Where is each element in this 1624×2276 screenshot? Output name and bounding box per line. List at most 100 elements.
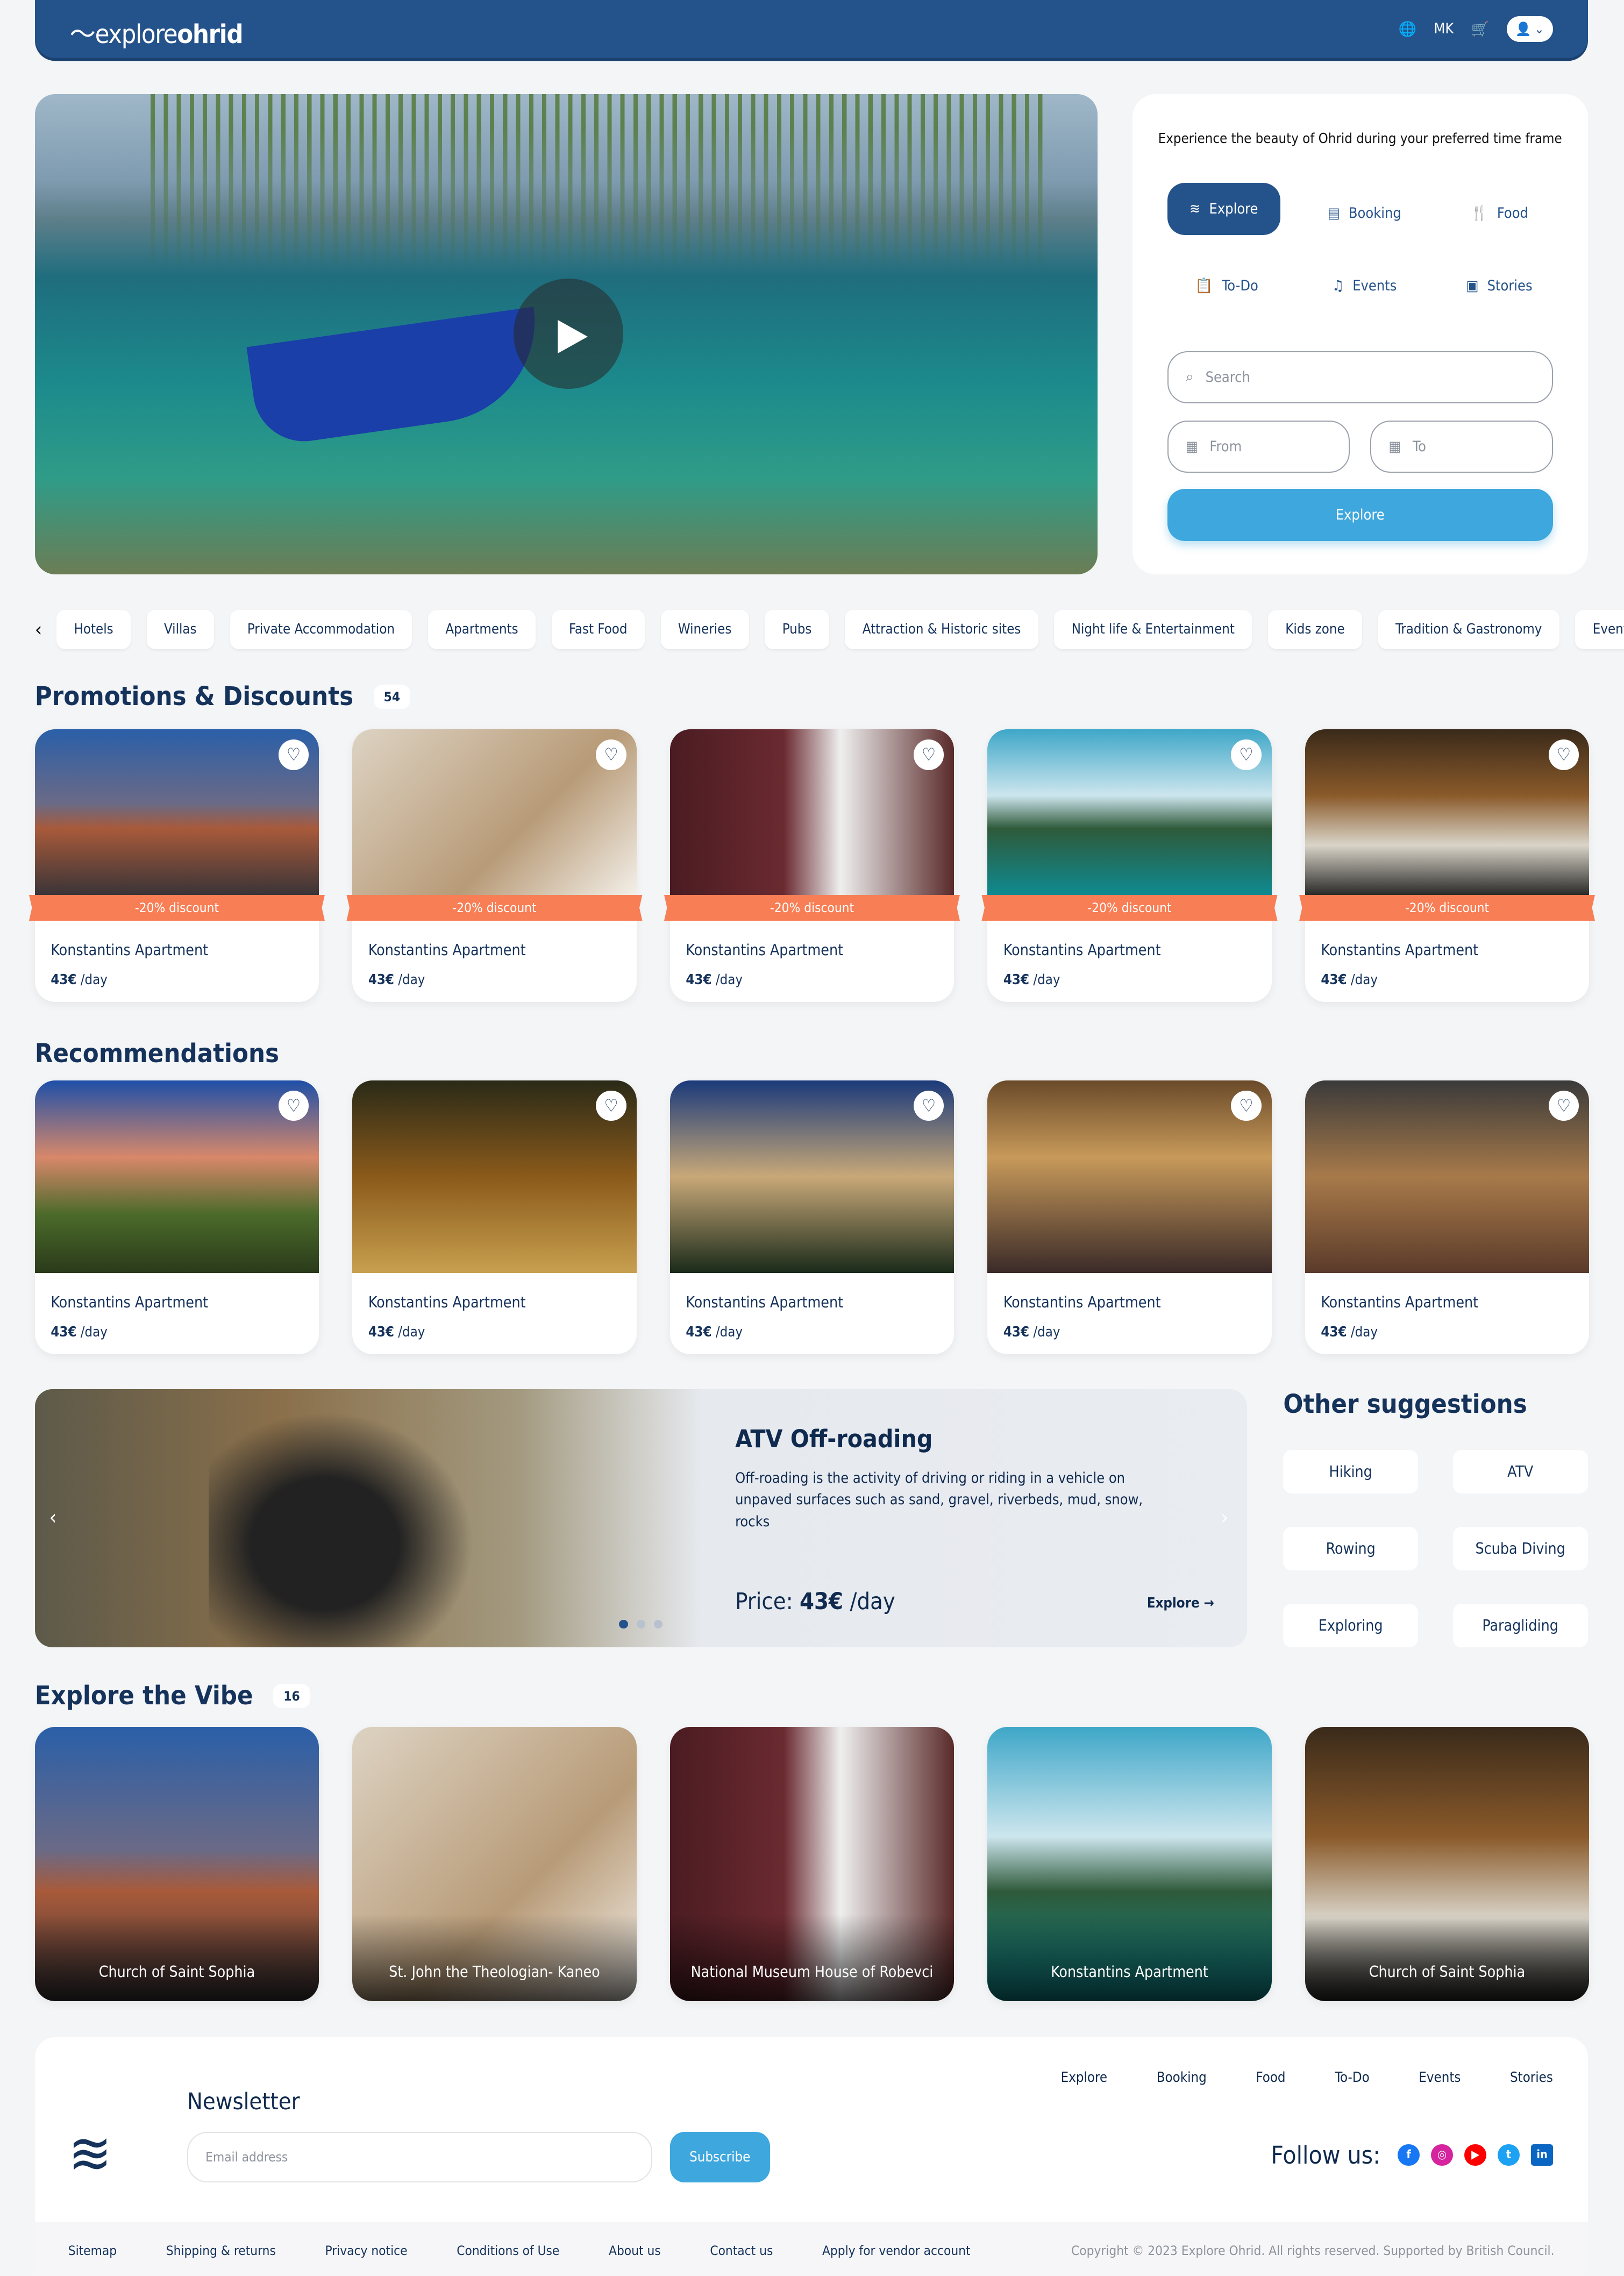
promotions-card[interactable]: ♡ -20% discount Konstantins Apartment 43€ /… <box>1299 729 1595 1002</box>
footer-nav-link[interactable]: Food <box>1256 2069 1285 2086</box>
category-chip[interactable]: Villas <box>146 609 214 649</box>
vibe-card[interactable]: National Museum House of Robevci <box>669 1727 955 2002</box>
card-title: Konstantins Apartment <box>1003 941 1161 959</box>
recommendations-card[interactable]: ♡ Konstantins Apartment 43€ /day <box>987 1080 1272 1355</box>
play-icon[interactable]: ▶ <box>513 278 624 389</box>
suggestion-button[interactable]: Paragliding <box>1452 1604 1588 1648</box>
vibe-card[interactable]: Church of Saint Sophia <box>34 1727 319 2002</box>
vibe-card[interactable]: St. John the Theologian- Kaneo <box>352 1727 637 2002</box>
discount-ribbon: -20% discount <box>664 894 960 921</box>
recommendations-card[interactable]: ♡ Konstantins Apartment 43€ /day <box>1305 1080 1590 1355</box>
category-chip[interactable]: Night life & Entertainment <box>1054 609 1252 649</box>
footer-bottom-link[interactable]: Sitemap <box>68 2243 117 2258</box>
heart-icon[interactable]: ♡ <box>1231 739 1262 770</box>
category-chip[interactable]: Wineries <box>660 609 749 649</box>
search-input[interactable]: ⌕ Search <box>1167 351 1553 403</box>
category-chip[interactable]: Fast Food <box>551 609 645 649</box>
category-chip[interactable]: Kids zone <box>1267 609 1363 649</box>
promotions-card[interactable]: ♡ -20% discount Konstantins Apartment 43€ /… <box>981 729 1278 1002</box>
vibe-caption: National Museum House of Robevci <box>669 1914 955 2002</box>
chevron-left-icon[interactable]: ‹ <box>49 1505 57 1529</box>
tab-stories[interactable]: ▣ Stories <box>1449 260 1550 312</box>
card-price: 43€ /day <box>1321 972 1378 988</box>
footer-nav-link[interactable]: Booking <box>1157 2069 1207 2086</box>
suggestion-button[interactable]: Scuba Diving <box>1452 1527 1588 1571</box>
footer-bottom-link[interactable]: Contact us <box>710 2243 773 2258</box>
promotions-card[interactable]: ♡ -20% discount Konstantins Apartment 43€ /… <box>664 729 960 1002</box>
featured-explore-link[interactable]: Explore → <box>1147 1595 1214 1611</box>
chevron-left-icon[interactable]: ‹ <box>35 617 42 641</box>
clipboard-icon: 📋 <box>1195 278 1213 295</box>
language-switch[interactable]: MK <box>1434 20 1454 37</box>
tab-booking[interactable]: ▤ Booking <box>1306 187 1422 239</box>
category-chip[interactable]: Private Accommodation <box>230 609 412 649</box>
from-date-input[interactable]: ▦ From <box>1167 420 1350 473</box>
social-links: Follow us: f ◎ ▶ t in <box>1271 2140 1553 2170</box>
chevron-right-icon[interactable]: › <box>1221 1505 1228 1529</box>
heart-icon[interactable]: ♡ <box>1231 1090 1262 1121</box>
card-image <box>352 729 637 895</box>
carousel-dot[interactable] <box>654 1619 663 1629</box>
suggestion-button[interactable]: Hiking <box>1283 1450 1419 1494</box>
discount-ribbon: -20% discount <box>29 894 325 921</box>
card-title: Konstantins Apartment <box>1321 941 1479 959</box>
footer-nav-link[interactable]: Events <box>1419 2069 1461 2086</box>
hero-video[interactable]: ▶ <box>34 94 1098 574</box>
calendar-icon: ▤ <box>1327 204 1340 222</box>
heart-icon[interactable]: ♡ <box>596 1090 626 1121</box>
suggestion-button[interactable]: Rowing <box>1283 1527 1419 1571</box>
footer-nav-link[interactable]: To-Do <box>1335 2069 1369 2086</box>
linkedin-icon[interactable]: in <box>1531 2144 1553 2166</box>
tab-events[interactable]: ♫ Events <box>1306 260 1422 312</box>
tab-food[interactable]: 🍴 Food <box>1449 187 1550 239</box>
promotions-card[interactable]: ♡ -20% discount Konstantins Apartment 43€ /… <box>29 729 325 1002</box>
youtube-icon[interactable]: ▶ <box>1464 2144 1486 2166</box>
footer-nav-link[interactable]: Explore <box>1061 2069 1107 2086</box>
category-chip[interactable]: Events <box>1575 609 1624 649</box>
suggestion-button[interactable]: ATV <box>1452 1450 1588 1494</box>
twitter-icon[interactable]: t <box>1498 2144 1520 2166</box>
discount-ribbon: -20% discount <box>981 894 1278 921</box>
carousel-dot[interactable] <box>619 1619 628 1629</box>
vibe-card[interactable]: Church of Saint Sophia <box>1305 1727 1590 2002</box>
to-date-input[interactable]: ▦ To <box>1370 420 1553 473</box>
recommendations-card[interactable]: ♡ Konstantins Apartment 43€ /day <box>34 1080 319 1355</box>
heart-icon[interactable]: ♡ <box>596 739 626 770</box>
heart-icon[interactable]: ♡ <box>913 739 944 770</box>
tab-todo[interactable]: 📋 To-Do <box>1176 260 1278 312</box>
footer-bottom-link[interactable]: Conditions of Use <box>457 2243 559 2258</box>
recommendations-card[interactable]: ♡ Konstantins Apartment 43€ /day <box>669 1080 955 1355</box>
vibe-card[interactable]: Konstantins Apartment <box>987 1727 1272 2002</box>
footer-bottom-link[interactable]: About us <box>609 2243 661 2258</box>
promotions-card[interactable]: ♡ -20% discount Konstantins Apartment 43€ /… <box>346 729 643 1002</box>
heart-icon[interactable]: ♡ <box>1548 739 1579 770</box>
card-image <box>1305 1080 1590 1274</box>
boat-image <box>246 307 548 448</box>
subscribe-button[interactable]: Subscribe <box>669 2131 770 2183</box>
carousel-dot[interactable] <box>636 1619 645 1629</box>
logo[interactable]: 〜exploreohrid <box>69 13 243 51</box>
category-chip[interactable]: Pubs <box>765 609 829 649</box>
user-menu-button[interactable]: 👤 ⌄ <box>1506 16 1553 42</box>
footer-bottom-link[interactable]: Shipping & returns <box>166 2243 276 2258</box>
willow-foliage <box>151 94 1050 268</box>
category-chip[interactable]: Apartments <box>428 609 536 649</box>
heart-icon[interactable]: ♡ <box>278 739 309 770</box>
price-value: 43€ <box>1321 971 1347 988</box>
suggestion-button[interactable]: Exploring <box>1283 1604 1419 1648</box>
category-chip[interactable]: Attraction & Historic sites <box>845 609 1038 649</box>
footer-nav-link[interactable]: Stories <box>1510 2069 1553 2086</box>
recommendations-card[interactable]: ♡ Konstantins Apartment 43€ /day <box>352 1080 637 1355</box>
cart-icon[interactable]: 🛒 <box>1471 20 1490 38</box>
instagram-icon[interactable]: ◎ <box>1431 2144 1453 2166</box>
category-chip[interactable]: Hotels <box>56 609 131 649</box>
explore-button[interactable]: Explore <box>1167 488 1553 541</box>
category-chip[interactable]: Tradition & Gastronomy <box>1378 609 1559 649</box>
tab-explore[interactable]: ≋ Explore <box>1167 182 1280 235</box>
footer-bottom-link[interactable]: Apply for vendor account <box>822 2243 971 2258</box>
email-input[interactable]: Email address <box>187 2131 653 2183</box>
globe-icon[interactable]: 🌐 <box>1399 20 1417 38</box>
footer-bottom-link[interactable]: Privacy notice <box>325 2243 407 2258</box>
price-value: 43€ <box>51 971 77 988</box>
facebook-icon[interactable]: f <box>1398 2144 1420 2166</box>
